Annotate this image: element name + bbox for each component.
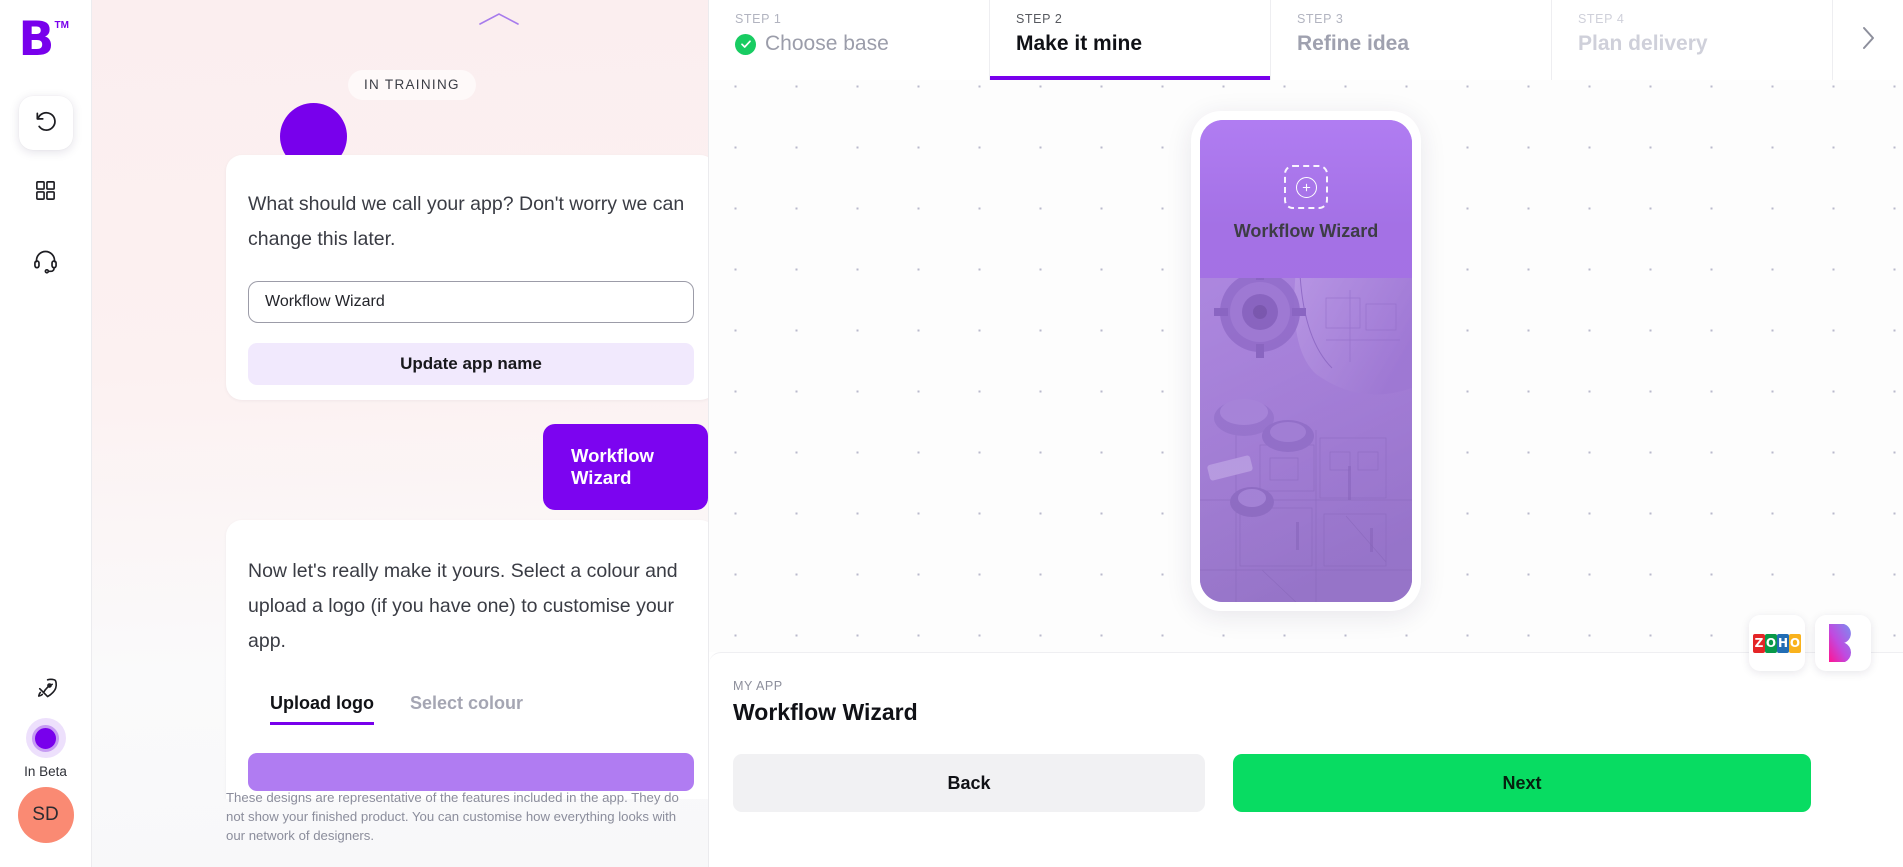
phone-mockup: Workflow Wizard bbox=[1191, 111, 1421, 611]
builder-b-logo[interactable] bbox=[1815, 615, 1871, 671]
step-progress-bar: STEP 1 Choose base STEP 2 Make it mine S… bbox=[709, 0, 1903, 80]
step-4-number: STEP 4 bbox=[1578, 12, 1625, 26]
back-button[interactable]: Back bbox=[733, 754, 1205, 812]
zoho-letter-o2: O bbox=[1789, 633, 1801, 653]
step-2-label-row: Make it mine bbox=[1016, 32, 1270, 56]
preview-canvas: Workflow Wizard bbox=[709, 80, 1903, 652]
step-2-label: Make it mine bbox=[1016, 32, 1143, 55]
step-2-make-it-mine[interactable]: STEP 2 Make it mine bbox=[990, 0, 1271, 80]
avatar[interactable]: SD bbox=[17, 787, 74, 843]
update-app-name-button[interactable]: Update app name bbox=[248, 343, 694, 385]
tab-select-colour[interactable]: Select colour bbox=[410, 693, 523, 725]
step-1-choose-base[interactable]: STEP 1 Choose base bbox=[709, 0, 990, 80]
undo-button[interactable] bbox=[18, 96, 73, 150]
sidebar-item-apps[interactable] bbox=[19, 166, 73, 220]
tab-upload-logo[interactable]: Upload logo bbox=[270, 693, 374, 725]
left-icon-rail: B TM In Beta SD bbox=[0, 0, 92, 867]
bot-message-card: What should we call your app? Don't worr… bbox=[226, 155, 708, 400]
step-2-number: STEP 2 bbox=[1016, 12, 1063, 26]
rocket-icon bbox=[33, 676, 59, 707]
trademark-mark: TM bbox=[54, 20, 69, 31]
beta-indicator-dot bbox=[25, 718, 66, 758]
designs-disclaimer: These designs are representative of the … bbox=[226, 790, 679, 843]
main-area: STEP 1 Choose base STEP 2 Make it mine S… bbox=[709, 0, 1903, 867]
step-4-plan-delivery[interactable]: STEP 4 Plan delivery bbox=[1552, 0, 1833, 80]
chat-message-list: What should we call your app? Don't worr… bbox=[92, 0, 708, 799]
bot-message-text: What should we call your app? Don't worr… bbox=[248, 193, 685, 250]
logo-upload-placeholder[interactable] bbox=[1284, 165, 1328, 209]
zoho-letter-o1: O bbox=[1765, 633, 1777, 653]
beta-status: In Beta bbox=[24, 718, 67, 779]
my-app-name: Workflow Wizard bbox=[733, 699, 918, 725]
zoho-letters: Z O H O bbox=[1753, 633, 1801, 653]
builder-b-glyph bbox=[1829, 624, 1852, 662]
step-3-number: STEP 3 bbox=[1297, 12, 1344, 26]
beta-dot-core bbox=[32, 724, 59, 752]
brand-logo[interactable]: B TM bbox=[19, 16, 75, 70]
headset-support-icon bbox=[32, 247, 59, 279]
step-1-label: Choose base bbox=[765, 32, 889, 55]
phone-screen: Workflow Wizard bbox=[1200, 120, 1412, 602]
step-1-number: STEP 1 bbox=[735, 12, 782, 26]
check-circle-icon bbox=[735, 33, 756, 55]
chat-panel: IN TRAINING What should we call your app… bbox=[92, 0, 709, 867]
bottom-action-bar: Z O H O MY APP Workflow Wizard Back Next bbox=[709, 615, 1903, 867]
grid-apps-icon bbox=[34, 179, 57, 207]
preview-app-title: Workflow Wizard bbox=[1233, 221, 1379, 241]
app-root: B TM In Beta SD IN TRAINING What should … bbox=[0, 0, 1903, 867]
undo-icon bbox=[33, 108, 59, 139]
chevron-right-icon bbox=[1859, 25, 1877, 56]
bot-message-text-2: Now let's really make it yours. Select a… bbox=[248, 560, 678, 652]
zoho-letter-z: Z bbox=[1753, 633, 1765, 653]
step-3-label-row: Refine idea bbox=[1297, 32, 1551, 56]
step-3-refine-idea[interactable]: STEP 3 Refine idea bbox=[1271, 0, 1552, 80]
plus-icon bbox=[1295, 176, 1317, 198]
step-3-label: Refine idea bbox=[1297, 32, 1410, 55]
next-button[interactable]: Next bbox=[1233, 754, 1811, 812]
zoho-letter-h: H bbox=[1777, 633, 1789, 653]
sidebar-item-support[interactable] bbox=[19, 236, 73, 290]
beta-label: In Beta bbox=[24, 764, 67, 779]
app-name-input[interactable]: Workflow Wizard bbox=[248, 281, 694, 323]
user-message-bubble: Workflow Wizard bbox=[543, 424, 708, 510]
upload-logo-dropzone[interactable] bbox=[248, 753, 694, 791]
customise-tabs: Upload logo Select colour bbox=[248, 693, 694, 725]
step-4-label-row: Plan delivery bbox=[1578, 32, 1832, 56]
phone-branding-header: Workflow Wizard bbox=[1200, 120, 1412, 290]
zoho-logo[interactable]: Z O H O bbox=[1749, 615, 1805, 671]
wizard-navigation-buttons: Back Next bbox=[733, 754, 1879, 812]
bot-message-card-2: Now let's really make it yours. Select a… bbox=[226, 520, 708, 799]
steps-next-arrow-button[interactable] bbox=[1833, 0, 1903, 80]
partner-logos: Z O H O bbox=[1749, 615, 1871, 671]
step-1-label-row: Choose base bbox=[735, 32, 989, 56]
step-4-label: Plan delivery bbox=[1578, 32, 1708, 55]
my-app-label: MY APP bbox=[733, 679, 783, 693]
sidebar-item-launch[interactable] bbox=[19, 664, 73, 718]
